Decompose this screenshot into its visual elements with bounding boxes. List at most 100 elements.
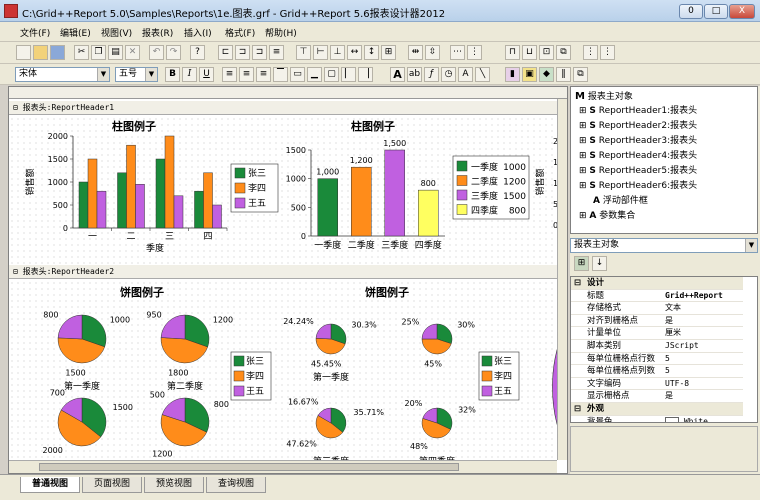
maximize-button[interactable]: □ — [704, 4, 728, 19]
align-left-icon[interactable]: ⊏ — [218, 45, 233, 60]
paste-icon[interactable]: ▤ — [108, 45, 123, 60]
property-row[interactable]: 每单位栅格点行数 5 — [571, 353, 743, 366]
text-center-icon[interactable]: ≡ — [239, 67, 254, 82]
border-right-icon[interactable]: ▕ — [358, 67, 373, 82]
categorized-icon[interactable]: ⊞ — [574, 256, 589, 271]
expand-icon[interactable]: ⊞ — [579, 151, 587, 161]
delete-icon[interactable]: ✕ — [125, 45, 140, 60]
property-value[interactable]: 是 — [665, 315, 673, 327]
menu-edit[interactable]: 编辑(E) — [60, 26, 91, 39]
align-top-icon[interactable]: ⊤ — [296, 45, 311, 60]
static-text-icon[interactable]: A — [390, 67, 405, 82]
tree-item[interactable]: ⊞ S ReportHeader4:报表头 — [579, 149, 697, 164]
border-icon[interactable]: ▢ — [324, 67, 339, 82]
redo-icon[interactable]: ↷ — [166, 45, 181, 60]
text-vcenter-icon[interactable]: ▭ — [290, 67, 305, 82]
hspace-icon[interactable]: ⇹ — [408, 45, 423, 60]
font-combo[interactable]: 宋体 ▼ — [15, 67, 110, 82]
order-front-icon[interactable]: ⊓ — [505, 45, 520, 60]
vertical-scrollbar[interactable] — [557, 99, 567, 460]
expand-icon[interactable]: ⊞ — [579, 136, 587, 146]
property-row[interactable]: 标题 Grid++Report — [571, 290, 743, 303]
save-icon[interactable] — [50, 45, 65, 60]
text-right-icon[interactable]: ≡ — [256, 67, 271, 82]
property-row[interactable]: 每单位栅格点列数 5 — [571, 365, 743, 378]
property-row[interactable]: 存储格式 文本 — [571, 302, 743, 315]
object-tree[interactable]: M 报表主对象 ⊞ S ReportHeader1:报表头 ⊞ S Report… — [570, 86, 758, 234]
property-value[interactable]: 是 — [665, 390, 673, 402]
scrollbar-thumb[interactable] — [39, 463, 459, 471]
tree-item[interactable]: ⊞ S ReportHeader1:报表头 — [579, 104, 697, 119]
category-design[interactable]: ⊟ 设计 — [571, 277, 743, 290]
tree-params[interactable]: ⊞ A 参数集合 — [579, 209, 635, 224]
line-icon[interactable]: ╲ — [475, 67, 490, 82]
new-icon[interactable] — [16, 45, 31, 60]
align-justify-icon[interactable]: ≡ — [269, 45, 284, 60]
object-selector[interactable]: 报表主对象 ▼ — [570, 238, 758, 253]
memo-box-icon[interactable]: A — [458, 67, 473, 82]
tab-normal-view[interactable]: 普通视图 — [20, 477, 80, 493]
tree-item[interactable]: ⊞ S ReportHeader3:报表头 — [579, 134, 697, 149]
text-bottom-icon[interactable]: ▁ — [307, 67, 322, 82]
close-button[interactable]: X — [729, 4, 755, 19]
minimize-button[interactable]: 0 — [679, 4, 703, 19]
tab-query-view[interactable]: 查询视图 — [206, 477, 266, 493]
alphabetical-icon[interactable]: ↓ — [592, 256, 607, 271]
tab-page-view[interactable]: 页面视图 — [82, 477, 142, 493]
tree-item[interactable]: ⊞ S ReportHeader6:报表头 — [579, 179, 697, 194]
snap-icon[interactable]: ⋮ — [600, 45, 615, 60]
underline-button[interactable]: U — [199, 67, 214, 82]
property-row[interactable]: 背景色 White — [571, 416, 743, 422]
property-row[interactable]: 显示栅格点 是 — [571, 390, 743, 403]
barcode-icon[interactable]: ‖ — [556, 67, 571, 82]
group-icon[interactable]: ⧉ — [556, 45, 571, 60]
property-value[interactable]: 厘米 — [665, 327, 681, 339]
same-width-icon[interactable]: ↔ — [347, 45, 362, 60]
collapse-icon[interactable]: ⊟ — [574, 277, 581, 289]
undo-icon[interactable]: ↶ — [149, 45, 164, 60]
order-back-icon[interactable]: ⊔ — [522, 45, 537, 60]
collapse-icon[interactable]: ⊟ — [13, 267, 18, 276]
align-center-icon[interactable]: ⊐ — [235, 45, 250, 60]
collapse-icon[interactable]: ⊟ — [13, 103, 18, 112]
same-size-icon[interactable]: ⊞ — [381, 45, 396, 60]
property-row[interactable]: 文字编码 UTF-8 — [571, 378, 743, 391]
property-value[interactable]: 5 — [665, 353, 670, 365]
menu-view[interactable]: 视图(V) — [101, 26, 132, 39]
align-right-icon[interactable]: ⊐ — [252, 45, 267, 60]
section-header-1[interactable]: ⊟ 报表头:ReportHeader1 — [9, 101, 567, 115]
menu-insert[interactable]: 插入(I) — [184, 26, 212, 39]
property-row[interactable]: 脚本类别 JScript — [571, 340, 743, 353]
expand-icon[interactable]: ⊞ — [579, 166, 587, 176]
text-left-icon[interactable]: ≡ — [222, 67, 237, 82]
tree-root[interactable]: M 报表主对象 — [575, 89, 633, 104]
tree-item[interactable]: ⊞ S ReportHeader5:报表头 — [579, 164, 697, 179]
summary-box-icon[interactable]: ƒ — [424, 67, 439, 82]
category-appearance[interactable]: ⊟ 外观 — [571, 403, 743, 416]
chart-icon[interactable]: ▮ — [505, 67, 520, 82]
shape-icon[interactable]: ◆ — [539, 67, 554, 82]
menu-format[interactable]: 格式(F) — [225, 26, 255, 39]
system-var-icon[interactable]: ◷ — [441, 67, 456, 82]
field-box-icon[interactable]: ab — [407, 67, 422, 82]
align-bottom-icon[interactable]: ⊥ — [330, 45, 345, 60]
property-value[interactable]: UTF-8 — [665, 378, 689, 390]
section-header-2[interactable]: ⊟ 报表头:ReportHeader2 — [9, 265, 567, 279]
property-value[interactable]: 5 — [665, 365, 670, 377]
horizontal-scrollbar[interactable] — [9, 460, 557, 473]
tree-floating[interactable]: A 浮动部件框 — [593, 194, 648, 209]
tree-item[interactable]: ⊞ S ReportHeader2:报表头 — [579, 119, 697, 134]
menu-report[interactable]: 报表(R) — [142, 26, 173, 39]
expand-icon[interactable]: ⊞ — [579, 106, 587, 116]
italic-button[interactable]: I — [182, 67, 197, 82]
copy-icon[interactable]: ❐ — [91, 45, 106, 60]
property-grid[interactable]: ⊟ 设计 标题 Grid++Report 存储格式 文本 对齐到栅格点是计量单位 厘米 脚本类… — [570, 276, 758, 423]
open-icon[interactable] — [33, 45, 48, 60]
expand-icon[interactable]: ⊞ — [579, 211, 587, 221]
cut-icon[interactable]: ✂ — [74, 45, 89, 60]
picture-icon[interactable]: ▣ — [522, 67, 537, 82]
same-height-icon[interactable]: ↕ — [364, 45, 379, 60]
help-icon[interactable]: ? — [190, 45, 205, 60]
align-middle-icon[interactable]: ⊢ — [313, 45, 328, 60]
expand-icon[interactable]: ⊞ — [579, 181, 587, 191]
